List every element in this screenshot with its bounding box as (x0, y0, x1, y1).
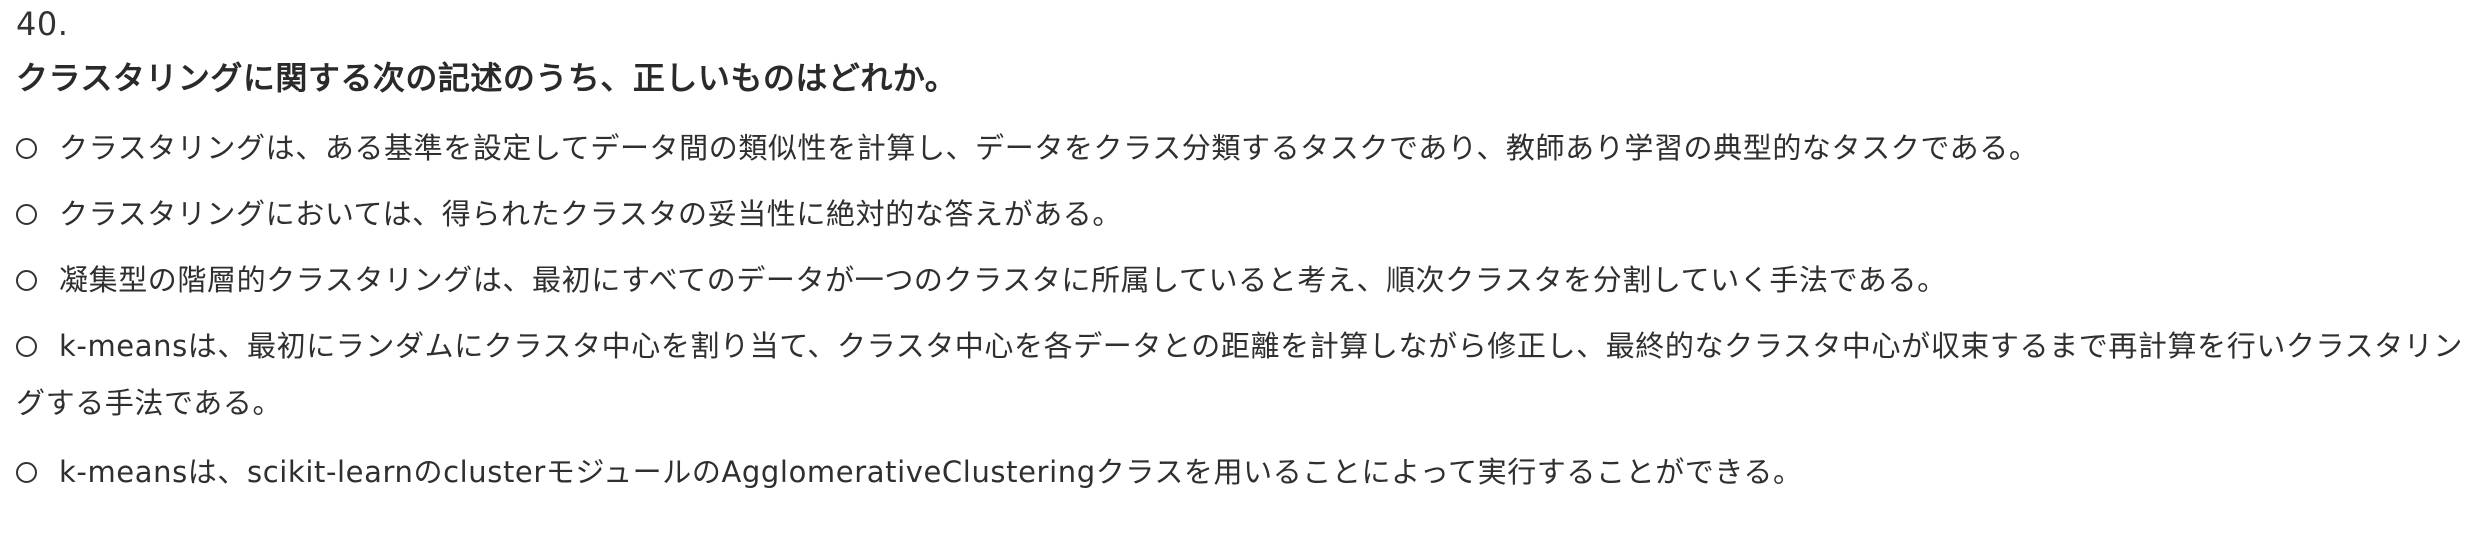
question-number: 40. (16, 5, 69, 43)
radio-button-icon[interactable] (16, 336, 37, 357)
answer-option-label: クラスタリングにおいては、得られたクラスタの妥当性に絶対的な答えがある。 (59, 197, 1122, 231)
answer-option-5[interactable]: k-meansは、scikit-learnのclusterモジュールのAgglo… (16, 444, 2476, 501)
radio-button-icon[interactable] (16, 204, 37, 225)
radio-button-icon[interactable] (16, 462, 37, 483)
radio-button-icon[interactable] (16, 270, 37, 291)
answer-option-2[interactable]: クラスタリングにおいては、得られたクラスタの妥当性に絶対的な答えがある。 (16, 186, 2476, 243)
answer-option-label: クラスタリングは、ある基準を設定してデータ間の類似性を計算し、データをクラス分類… (59, 131, 2039, 165)
answer-option-label: k-meansは、最初にランダムにクラスタ中心を割り当て、クラスタ中心を各データ… (16, 329, 2463, 420)
answer-option-label: 凝集型の階層的クラスタリングは、最初にすべてのデータが一つのクラスタに所属してい… (59, 263, 1947, 297)
answer-option-3[interactable]: 凝集型の階層的クラスタリングは、最初にすべてのデータが一つのクラスタに所属してい… (16, 252, 2476, 309)
answer-option-label: k-meansは、scikit-learnのclusterモジュールのAgglo… (59, 455, 1803, 489)
answer-option-1[interactable]: クラスタリングは、ある基準を設定してデータ間の類似性を計算し、データをクラス分類… (16, 120, 2476, 177)
question-text: クラスタリングに関する次の記述のうち、正しいものはどれか。 (16, 59, 958, 97)
radio-button-icon[interactable] (16, 138, 37, 159)
answer-option-4[interactable]: k-meansは、最初にランダムにクラスタ中心を割り当て、クラスタ中心を各データ… (16, 318, 2476, 432)
